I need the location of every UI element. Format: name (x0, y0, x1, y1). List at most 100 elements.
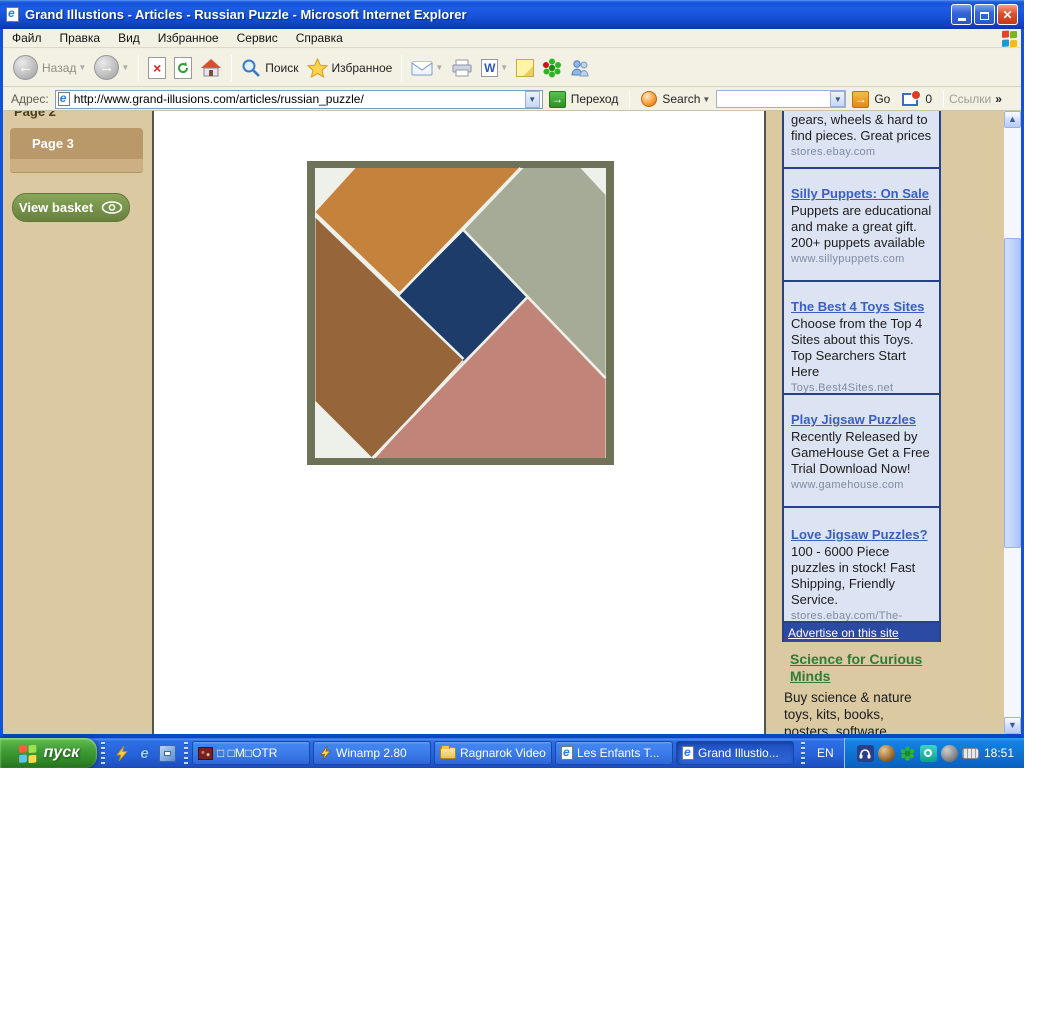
start-button[interactable]: пуск (0, 738, 97, 768)
task-button-ie1[interactable]: Les Enfants T... (555, 741, 673, 765)
favorites-button[interactable]: Избранное (303, 56, 397, 80)
print-button[interactable] (447, 57, 477, 79)
forward-icon: → (94, 55, 119, 80)
back-dropdown-icon[interactable]: ▼ (78, 63, 86, 72)
popup-blocker-button[interactable]: 0 (896, 92, 938, 106)
article-content-area (152, 111, 766, 734)
popup-count: 0 (925, 92, 932, 106)
messenger-button[interactable] (566, 57, 594, 79)
forward-button[interactable]: → ▼ (90, 53, 133, 82)
address-input[interactable]: http://www.grand-illusions.com/articles/… (55, 90, 543, 109)
search-label: Поиск (265, 61, 298, 75)
word-dropdown-icon[interactable]: ▼ (500, 63, 508, 72)
menu-help[interactable]: Справка (287, 29, 352, 47)
address-dropdown-icon[interactable]: ▼ (525, 91, 540, 108)
minimize-button[interactable] (951, 4, 972, 25)
sidebar-item-page3[interactable]: Page 3 (10, 128, 143, 159)
scrollbar-thumb[interactable] (1004, 238, 1021, 548)
go2-button[interactable]: → Go (846, 91, 896, 108)
ad-url-link[interactable]: stores.ebay.com/The-Enchante (791, 609, 932, 623)
ad-url-link[interactable]: www.sillypuppets.com (791, 252, 932, 266)
sidebar-item-page2[interactable]: Page 2 (14, 111, 56, 119)
ad-block: Love Jigsaw Puzzles? 100 - 6000 Piece pu… (784, 508, 939, 623)
quicklaunch-outlook-icon[interactable] (159, 745, 176, 762)
scroll-down-button[interactable]: ▼ (1004, 717, 1021, 734)
ad-title-link[interactable]: Play Jigsaw Puzzles (791, 412, 932, 428)
menu-edit[interactable]: Правка (51, 29, 110, 47)
links-label[interactable]: Ссылки (949, 92, 991, 106)
toolbar-overflow-chevron[interactable]: » (995, 92, 1002, 106)
back-button[interactable]: ← Назад ▼ (9, 53, 90, 82)
forward-dropdown-icon[interactable]: ▼ (121, 63, 129, 72)
language-indicator[interactable]: EN (809, 742, 842, 764)
search-dropdown-icon[interactable]: ▼ (702, 95, 710, 104)
language-grip[interactable] (801, 742, 805, 764)
menu-bar: Файл Правка Вид Избранное Сервис Справка (3, 29, 1021, 48)
ad-block: Silly Puppets: On Sale Puppets are educa… (784, 169, 939, 282)
menu-file[interactable]: Файл (3, 29, 51, 47)
task-label: □ □М□OTR (217, 746, 277, 760)
search-button[interactable]: Поиск (237, 56, 302, 80)
advertise-link[interactable]: Advertise on this site (788, 626, 899, 640)
advertise-bar[interactable]: Advertise on this site (784, 623, 939, 642)
popup-blocker-icon (902, 93, 918, 106)
search-field-dropdown-icon[interactable]: ▼ (830, 91, 845, 107)
sticky-note-icon (516, 59, 534, 77)
tray-bronze-ball-icon[interactable] (878, 745, 895, 762)
ad-title-link[interactable]: The Best 4 Toys Sites (791, 299, 932, 315)
view-basket-button[interactable]: View basket (12, 193, 130, 222)
task-button-mirc[interactable]: □ □М□OTR (192, 741, 310, 765)
task-button-ie2-active[interactable]: Grand Illustio... (676, 741, 794, 765)
taskbar-grip[interactable] (184, 742, 188, 764)
search-field[interactable]: ▼ (716, 90, 846, 108)
scroll-up-button[interactable]: ▲ (1004, 111, 1021, 128)
notes-button[interactable] (512, 57, 538, 79)
science-ad-title-link[interactable]: Science for Curious Minds (784, 651, 936, 685)
tray-keyboard-icon[interactable] (962, 748, 979, 759)
browser-window: Grand Illustions - Articles - Russian Pu… (0, 0, 1024, 738)
vertical-scrollbar[interactable]: ▲ ▼ (1004, 111, 1021, 734)
messenger-people-icon (570, 59, 590, 77)
search-widget[interactable]: Search ▼ (635, 91, 716, 107)
ad-url-link[interactable]: www.gamehouse.com (791, 478, 932, 492)
winamp-icon (319, 746, 332, 760)
ad-block: The Best 4 Toys Sites Choose from the To… (784, 282, 939, 395)
tray-icq-icon[interactable] (899, 745, 916, 762)
home-button[interactable] (196, 56, 226, 80)
ad-url-link[interactable]: stores.ebay.com (791, 145, 932, 159)
view-basket-label: View basket (19, 200, 93, 215)
mail-button[interactable]: ▼ (407, 58, 447, 78)
toolbar-separator (231, 55, 232, 81)
home-icon (200, 58, 222, 78)
tray-volume-icon[interactable] (941, 745, 958, 762)
taskbar-clock[interactable]: 18:51 (984, 746, 1014, 760)
ad-title-link[interactable]: Silly Puppets: On Sale (791, 186, 932, 202)
refresh-button[interactable] (170, 55, 196, 81)
go-button[interactable]: → Переход (543, 91, 625, 108)
quicklaunch-grip[interactable] (101, 742, 105, 764)
restore-button[interactable] (974, 4, 995, 25)
stop-button[interactable]: × (144, 55, 170, 81)
go-arrow-icon: → (549, 91, 566, 108)
ad-url-link[interactable]: Toys.Best4Sites.net (791, 381, 932, 395)
start-label: пуск (44, 744, 80, 762)
favorites-label: Избранное (332, 61, 393, 75)
menu-favorites[interactable]: Избранное (149, 29, 228, 47)
ad-title-link[interactable]: Love Jigsaw Puzzles? (791, 527, 932, 543)
tray-teal-player-icon[interactable] (920, 745, 937, 762)
toolbar-separator (138, 55, 139, 81)
close-button[interactable]: ✕ (997, 4, 1018, 25)
mirc-icon (198, 747, 213, 760)
quicklaunch-ie-icon[interactable]: e (136, 745, 153, 762)
menu-view[interactable]: Вид (109, 29, 149, 47)
edit-word-button[interactable]: W ▼ (477, 57, 512, 79)
task-button-folder[interactable]: Ragnarok Video (434, 741, 552, 765)
quick-launch: e (109, 745, 180, 762)
mail-dropdown-icon[interactable]: ▼ (435, 63, 443, 72)
tray-headphones-icon[interactable] (857, 745, 874, 762)
science-ad-block: Science for Curious Minds Buy science & … (784, 651, 936, 734)
task-button-winamp[interactable]: Winamp 2.80 (313, 741, 431, 765)
icq-button[interactable] (538, 56, 566, 80)
quicklaunch-winamp-icon[interactable] (113, 745, 130, 762)
menu-tools[interactable]: Сервис (228, 29, 287, 47)
